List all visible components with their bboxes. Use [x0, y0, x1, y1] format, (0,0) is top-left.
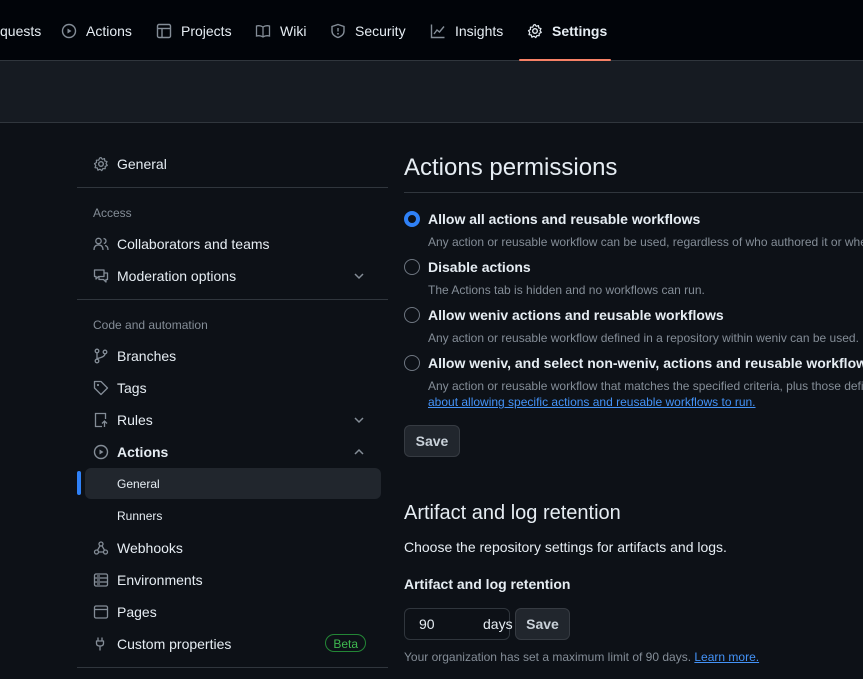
- tab-actions[interactable]: Actions: [61, 0, 132, 61]
- retention-input-group: days: [404, 608, 513, 640]
- option-label-allow-select[interactable]: Allow weniv, and select non-weniv, actio…: [428, 355, 863, 371]
- sidebar-group-access: Access: [93, 206, 132, 220]
- title-divider: [404, 192, 863, 193]
- sidebar-item-custom-properties[interactable]: Custom properties Beta: [77, 628, 381, 660]
- browser-icon: [93, 604, 109, 620]
- sidebar-group-code-automation: Code and automation: [93, 318, 208, 332]
- tab-label: Wiki: [280, 22, 307, 39]
- option-label-disable[interactable]: Disable actions: [428, 259, 531, 275]
- git-branch-icon: [93, 348, 109, 364]
- sidebar-item-moderation[interactable]: Moderation options: [77, 260, 381, 292]
- option-desc-disable: The Actions tab is hidden and no workflo…: [428, 283, 705, 297]
- save-permissions-button[interactable]: Save: [404, 425, 460, 457]
- chevron-up-icon: [352, 445, 366, 459]
- sidebar-item-label: General: [117, 156, 167, 172]
- play-circle-icon: [93, 444, 109, 460]
- retention-note-text: Your organization has set a maximum limi…: [404, 650, 692, 664]
- sidebar-item-label: Branches: [117, 348, 177, 364]
- people-icon: [93, 236, 109, 252]
- sidebar-item-collaborators[interactable]: Collaborators and teams: [77, 228, 381, 260]
- tools-icon: [93, 636, 109, 652]
- gear-icon: [93, 156, 109, 172]
- comment-discussion-icon: [93, 268, 109, 284]
- sidebar-item-webhooks[interactable]: Webhooks: [77, 532, 381, 564]
- beta-badge: Beta: [325, 634, 366, 652]
- days-suffix: days: [483, 616, 513, 632]
- sidebar-subitem-runners[interactable]: Runners: [85, 500, 381, 531]
- sidebar-divider: [77, 667, 388, 668]
- tab-label: Insights: [455, 22, 504, 39]
- retention-note: Your organization has set a maximum limi…: [404, 650, 759, 664]
- sidebar-item-label: Moderation options: [117, 268, 237, 284]
- tab-label: Settings: [552, 22, 608, 39]
- chevron-down-icon: [352, 269, 366, 283]
- retention-days-input[interactable]: [417, 615, 471, 633]
- tab-label: Actions: [86, 22, 132, 39]
- chevron-down-icon: [352, 413, 366, 427]
- retention-description: Choose the repository settings for artif…: [404, 539, 727, 555]
- sidebar-item-label: Tags: [117, 380, 147, 396]
- play-circle-icon: [61, 23, 77, 39]
- radio-allow-all[interactable]: [404, 211, 420, 227]
- sidebar-divider: [77, 187, 388, 188]
- sidebar-item-label: Rules: [117, 412, 153, 428]
- sidebar-subitem-actions-general[interactable]: General: [85, 468, 381, 499]
- sidebar-item-actions[interactable]: Actions: [77, 436, 381, 468]
- tab-wiki[interactable]: Wiki: [255, 0, 306, 61]
- option-desc-allow-all: Any action or reusable workflow can be u…: [428, 235, 863, 249]
- repo-push-icon: [93, 412, 109, 428]
- tag-icon: [93, 380, 109, 396]
- sidebar-divider: [77, 299, 388, 300]
- radio-allow-select[interactable]: [404, 355, 420, 371]
- tab-projects[interactable]: Projects: [156, 0, 232, 61]
- sidebar-item-general[interactable]: General: [77, 148, 381, 180]
- learn-allowed-actions-link[interactable]: about allowing specific actions and reus…: [428, 395, 756, 409]
- section-title-retention: Artifact and log retention: [404, 502, 621, 524]
- sidebar-item-label: Runners: [117, 508, 163, 523]
- sidebar-item-rules[interactable]: Rules: [77, 404, 381, 436]
- server-icon: [93, 572, 109, 588]
- tab-insights[interactable]: Insights: [430, 0, 503, 61]
- option-desc-allow-select: Any action or reusable workflow that mat…: [428, 379, 863, 393]
- learn-more-link[interactable]: Learn more.: [694, 650, 759, 664]
- save-retention-button[interactable]: Save: [515, 608, 570, 640]
- sidebar-item-label: Actions: [117, 444, 169, 460]
- sidebar-item-branches[interactable]: Branches: [77, 340, 381, 372]
- repo-nav: quests Actions Projects Wiki Security In…: [0, 0, 863, 61]
- shield-icon: [330, 23, 346, 39]
- book-icon: [255, 23, 271, 39]
- retention-field-label: Artifact and log retention: [404, 576, 571, 592]
- sidebar-item-label: Collaborators and teams: [117, 236, 270, 252]
- sidebar-item-pages[interactable]: Pages: [77, 596, 381, 628]
- tab-settings[interactable]: Settings: [527, 0, 607, 61]
- tab-label: quests: [0, 22, 42, 39]
- webhook-icon: [93, 540, 109, 556]
- tab-label: Security: [355, 22, 406, 39]
- active-item-indicator: [77, 471, 81, 495]
- option-desc-allow-org: Any action or reusable workflow defined …: [428, 331, 859, 345]
- sidebar-item-label: Environments: [117, 572, 203, 588]
- sidebar-item-label: Webhooks: [117, 540, 183, 556]
- table-icon: [156, 23, 172, 39]
- sidebar-item-label: Custom properties: [117, 636, 232, 652]
- tab-label: Projects: [181, 22, 232, 39]
- tab-pull-requests[interactable]: quests: [0, 0, 41, 61]
- page-title: Actions permissions: [404, 154, 618, 181]
- radio-disable-actions[interactable]: [404, 259, 420, 275]
- gear-icon: [527, 23, 543, 39]
- option-label-allow-org[interactable]: Allow weniv actions and reusable workflo…: [428, 307, 724, 323]
- sidebar-item-tags[interactable]: Tags: [77, 372, 381, 404]
- sidebar-item-label: General: [117, 476, 160, 491]
- graph-icon: [430, 23, 446, 39]
- sidebar-item-label: Pages: [117, 604, 157, 620]
- radio-allow-org[interactable]: [404, 307, 420, 323]
- tab-security[interactable]: Security: [330, 0, 406, 61]
- header-banner: [0, 61, 863, 123]
- option-label-allow-all[interactable]: Allow all actions and reusable workflows: [428, 211, 700, 227]
- sidebar-item-environments[interactable]: Environments: [77, 564, 381, 596]
